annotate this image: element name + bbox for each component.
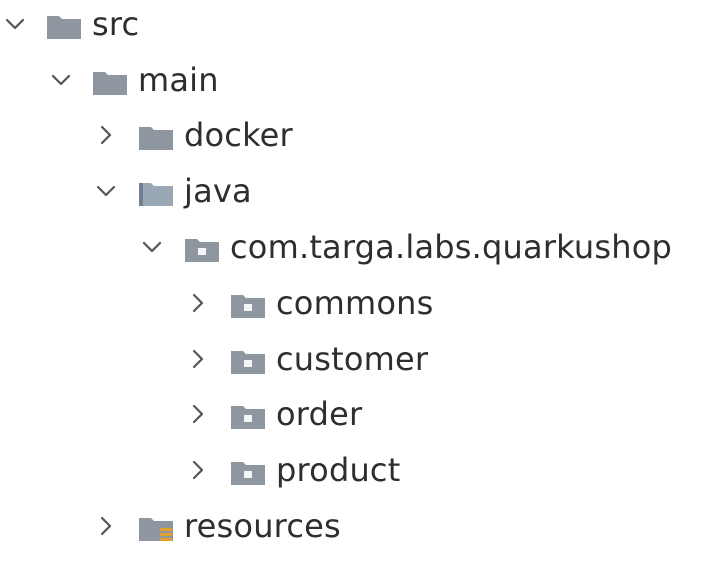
tree-row-order[interactable]: order <box>0 395 713 454</box>
folder-icon <box>46 12 82 40</box>
tree-node-label: java <box>184 172 252 210</box>
tree-row-commons[interactable]: commons <box>0 284 713 343</box>
chevron-right-icon[interactable] <box>93 513 119 539</box>
tree-row-main[interactable]: main <box>0 61 713 120</box>
source-folder-icon <box>138 179 174 207</box>
tree-node-label: docker <box>184 116 293 154</box>
package-icon <box>230 402 266 430</box>
tree-node-label: customer <box>276 340 429 378</box>
tree-row-package-root[interactable]: com.targa.labs.quarkushop <box>0 228 713 287</box>
tree-node-label: com.targa.labs.quarkushop <box>230 228 673 266</box>
chevron-down-icon[interactable] <box>93 178 119 204</box>
tree-row-customer[interactable]: customer <box>0 340 713 399</box>
tree-node-label: order <box>276 395 363 433</box>
package-icon <box>230 347 266 375</box>
folder-icon <box>138 123 174 151</box>
tree-row-src[interactable]: src <box>0 5 713 64</box>
chevron-down-icon[interactable] <box>2 11 28 37</box>
package-icon <box>230 458 266 486</box>
resources-folder-icon <box>138 514 174 542</box>
tree-node-label: resources <box>184 507 341 545</box>
tree-node-label: commons <box>276 284 434 322</box>
tree-row-docker[interactable]: docker <box>0 116 713 175</box>
tree-row-product[interactable]: product <box>0 451 713 510</box>
chevron-down-icon[interactable] <box>48 67 74 93</box>
tree-node-label: product <box>276 451 401 489</box>
folder-icon <box>92 68 128 96</box>
package-icon <box>230 291 266 319</box>
tree-row-java[interactable]: java <box>0 172 713 231</box>
chevron-right-icon[interactable] <box>185 457 211 483</box>
project-tree: src main docker java com.targa.labs.quar… <box>0 0 713 545</box>
tree-node-label: main <box>138 61 219 99</box>
tree-row-resources[interactable]: resources <box>0 507 713 566</box>
chevron-down-icon[interactable] <box>139 234 165 260</box>
chevron-right-icon[interactable] <box>185 346 211 372</box>
chevron-right-icon[interactable] <box>185 401 211 427</box>
chevron-right-icon[interactable] <box>93 122 119 148</box>
tree-node-label: src <box>92 5 140 43</box>
package-icon <box>184 235 220 263</box>
chevron-right-icon[interactable] <box>185 290 211 316</box>
